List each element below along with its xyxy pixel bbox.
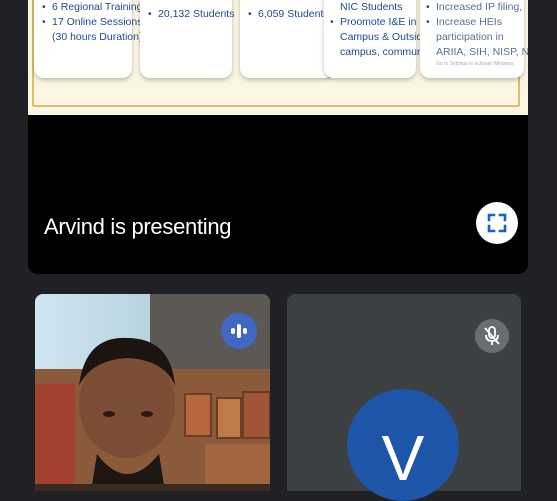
slide-text: (30 hours Duration) bbox=[52, 31, 143, 43]
shared-slide: 6 Regional Trainings 17 Online Sessions … bbox=[28, 0, 528, 115]
watermark-text: Go to Settings to activate Windows bbox=[436, 61, 514, 67]
slide-card-outcomes: Increased IP filing, Increase HEIs parti… bbox=[420, 0, 528, 78]
speaking-indicator-icon bbox=[231, 324, 247, 338]
slide-bullet: Proomote I&E in bbox=[330, 15, 416, 30]
slide-text: Campus & Outside bbox=[340, 31, 429, 43]
presentation-tile[interactable]: 6 Regional Trainings 17 Online Sessions … bbox=[28, 0, 528, 274]
slide-bullet: Increased IP filing, bbox=[426, 0, 522, 15]
slide-card-promote: NIC Students Proomote I&E in Campus & Ou… bbox=[324, 0, 434, 78]
fullscreen-button[interactable] bbox=[476, 202, 518, 244]
slide-card-students-2: 6,059 Students bbox=[240, 0, 334, 78]
slide-bullet: 6,059 Students bbox=[248, 7, 329, 22]
slide-text: ARIIA, SIH, NISP, NIC bbox=[436, 46, 528, 58]
slide-card-trainings: 6 Regional Trainings 17 Online Sessions … bbox=[34, 0, 148, 78]
slide-bullet: Increase HEIs bbox=[426, 15, 518, 30]
slide-text: campus, community bbox=[340, 46, 434, 58]
slide-text: participation in bbox=[436, 31, 504, 43]
presenting-label: Arvind is presenting bbox=[44, 214, 232, 239]
slide-card-students-1: 20,132 Students bbox=[140, 0, 234, 78]
meeting-stage: 6 Regional Trainings 17 Online Sessions … bbox=[0, 0, 557, 501]
mic-off-icon bbox=[484, 326, 500, 345]
avatar-initial: V bbox=[381, 422, 425, 494]
slide-bullet: 6 Regional Trainings bbox=[42, 0, 148, 15]
slide-bullet: 20,132 Students bbox=[148, 7, 234, 22]
fullscreen-icon bbox=[487, 213, 507, 233]
slide-text: NIC Students bbox=[340, 1, 403, 13]
mic-off-indicator bbox=[475, 319, 509, 353]
speaking-indicator bbox=[221, 313, 257, 349]
slide-bullet: 17 Online Sessions bbox=[42, 15, 142, 30]
